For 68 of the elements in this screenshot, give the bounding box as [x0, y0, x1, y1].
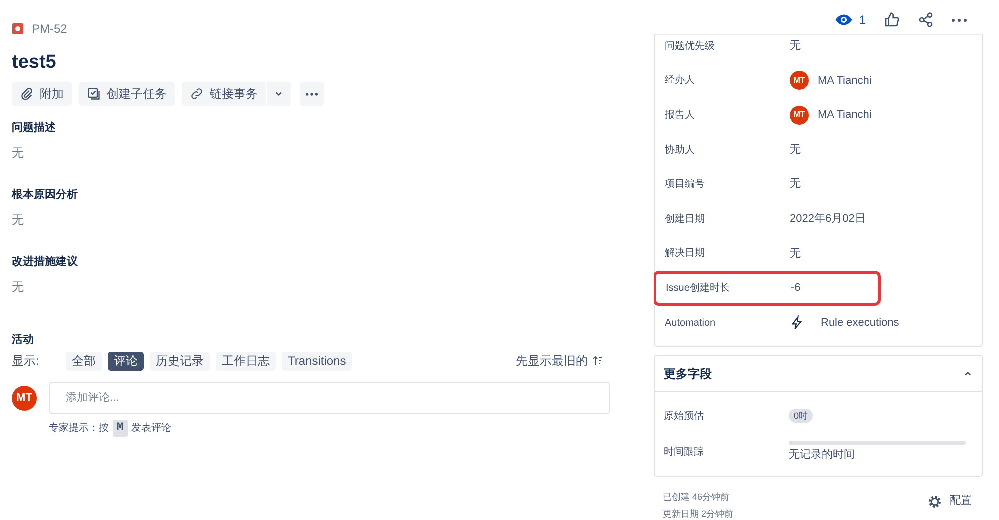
user-name: MA Tianchi [818, 74, 872, 89]
field-label: 经办人 [665, 74, 696, 88]
checkbox-icon [87, 87, 101, 101]
user-avatar: MT [12, 386, 37, 410]
comment-field[interactable]: 添加评论... [49, 382, 610, 414]
section-value: 无 [12, 279, 25, 295]
field-value: 无 [790, 177, 801, 192]
section-heading: 改进措施建议 [12, 254, 79, 270]
field-value: 无 [790, 39, 801, 54]
field-label: 时间跟踪 [664, 446, 705, 460]
sort-icon [592, 355, 604, 367]
field-label: 协助人 [665, 144, 696, 158]
field-label: 原始预估 [664, 410, 705, 424]
lightning-icon [790, 315, 804, 332]
section-value: 无 [12, 145, 25, 161]
action-button[interactable]: 附加 [12, 82, 72, 106]
link-icon [190, 87, 204, 101]
more-button[interactable] [952, 18, 967, 22]
filter-tab[interactable]: Transitions [282, 352, 352, 370]
share-icon [918, 12, 934, 28]
activity-heading: 活动 [12, 332, 35, 348]
filter-tab[interactable]: 工作日志 [216, 352, 276, 370]
show-label: 显示: [12, 353, 40, 370]
key-hint: M [113, 420, 128, 436]
filter-tab[interactable]: 历史记录 [150, 352, 210, 370]
tracking-text: 无记录的时间 [789, 448, 856, 464]
tip-text: 专家提示：按 [49, 422, 109, 436]
share-button[interactable] [918, 12, 934, 28]
field-value: -6 [791, 281, 801, 296]
tip-text: 发表评论 [132, 422, 172, 436]
watch-button[interactable]: 1 [835, 11, 866, 29]
created-time: 已创建 46分钟前 [663, 491, 731, 504]
like-button[interactable] [884, 12, 900, 28]
field-label: 创建日期 [665, 212, 706, 227]
field-label: 解决日期 [665, 246, 706, 262]
card-heading: 更多字段 [664, 366, 712, 383]
field-label: 问题优先级 [665, 40, 716, 54]
bug-icon [12, 23, 24, 35]
field-label: Automation [665, 316, 717, 331]
more-icon [306, 92, 318, 96]
field-label: Issue创建时长 [666, 282, 731, 296]
issue-title: test5 [12, 51, 58, 75]
estimate-lozenge: 0时 [789, 409, 814, 424]
section-heading: 问题描述 [12, 120, 57, 136]
more-button[interactable] [300, 82, 324, 106]
user-name: MA Tianchi [818, 108, 872, 124]
more-icon [952, 18, 967, 22]
field-label: 报告人 [665, 108, 696, 123]
section-value: 无 [12, 212, 25, 228]
updated-time: 更新日期 2分钟前 [663, 508, 734, 520]
section-heading: 根本原因分析 [12, 188, 79, 203]
gear-icon [927, 494, 943, 510]
field-value: 无 [790, 142, 801, 158]
automation-link[interactable]: Rule executions [821, 314, 900, 332]
paperclip-icon [20, 87, 34, 101]
thumbs-up-icon [884, 12, 900, 28]
action-button[interactable]: 链接事务 [182, 82, 266, 106]
action-button[interactable]: 创建子任务 [79, 82, 175, 106]
field-value: 无 [790, 246, 801, 262]
issue-key-link[interactable]: PM-52 [32, 20, 68, 38]
user-avatar: MT [790, 106, 809, 125]
configure-button[interactable]: 配置 [927, 493, 972, 510]
sort-button[interactable]: 先显示最旧的 [516, 352, 604, 370]
filter-tab[interactable]: 评论 [108, 352, 144, 370]
user-avatar: MT [790, 71, 809, 90]
field-value: 2022年6月02日 [790, 212, 866, 228]
field-label: 项目编号 [665, 178, 706, 192]
filter-tab[interactable]: 全部 [66, 352, 102, 370]
